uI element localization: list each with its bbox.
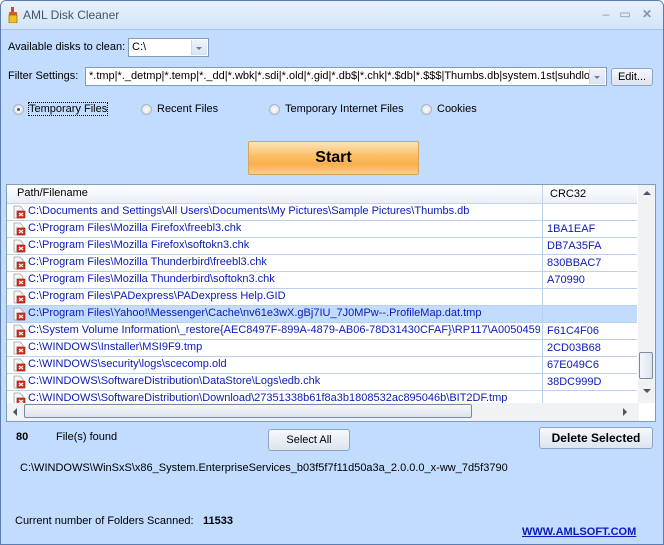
scroll-down-arrow-icon[interactable] <box>638 383 655 399</box>
broom-app-icon <box>8 7 18 23</box>
table-row[interactable]: C:\Program Files\Mozilla Thunderbird\sof… <box>7 272 637 289</box>
horizontal-scroll-thumb[interactable] <box>24 404 472 418</box>
disk-select-value: C:\ <box>132 41 147 53</box>
file-crc32: A70990 <box>542 272 637 288</box>
file-delete-icon <box>13 307 26 321</box>
file-crc32 <box>542 204 637 220</box>
radio-temporary-files[interactable]: Temporary Files <box>13 102 109 118</box>
scroll-right-arrow-icon[interactable] <box>617 403 633 421</box>
file-path: C:\Documents and Settings\All Users\Docu… <box>28 205 470 217</box>
select-all-button[interactable]: Select All <box>268 429 350 451</box>
radio-label: Recent Files <box>157 103 219 115</box>
file-crc32: 2CD03B68 <box>542 340 637 356</box>
file-crc32: DB7A35FA <box>542 238 637 254</box>
table-row[interactable]: C:\Program Files\PADexpress\PADexpress H… <box>7 289 637 306</box>
website-link[interactable]: WWW.AMLSOFT.COM <box>522 526 636 538</box>
edit-filter-button[interactable]: Edit... <box>611 68 653 86</box>
radio-indicator <box>269 104 280 115</box>
chevron-down-icon[interactable] <box>589 69 605 84</box>
files-found-count: 80 <box>16 431 29 443</box>
chevron-down-icon[interactable] <box>191 40 207 55</box>
file-crc32: 830BBAC7 <box>542 255 637 271</box>
file-path: C:\System Volume Information\_restore{AE… <box>28 324 540 336</box>
minimize-button[interactable]: – <box>598 7 614 21</box>
table-row[interactable]: C:\System Volume Information\_restore{AE… <box>7 323 637 340</box>
disks-label: Available disks to clean: <box>8 41 126 53</box>
radio-indicator <box>421 104 432 115</box>
table-row[interactable]: C:\Program Files\Mozilla Thunderbird\fre… <box>7 255 637 272</box>
file-path: C:\Program Files\Yahoo!\Messenger\Cache\… <box>28 307 482 319</box>
filter-label: Filter Settings: <box>8 70 79 82</box>
file-path: C:\Program Files\PADexpress\PADexpress H… <box>28 290 286 302</box>
file-crc32: 38DC999D <box>542 374 637 390</box>
file-crc32: 1BA1EAF <box>542 221 637 237</box>
table-row[interactable]: C:\WINDOWS\Installer\MSI9F9.tmp 2CD03B68 <box>7 340 637 357</box>
radio-temporary-internet-files[interactable]: Temporary Internet Files <box>269 102 404 118</box>
scroll-up-arrow-icon[interactable] <box>638 185 655 201</box>
file-delete-icon <box>13 358 26 372</box>
title-bar[interactable]: AML Disk Cleaner – ▭ ✕ <box>1 1 663 30</box>
file-delete-icon <box>13 273 26 287</box>
window-title: AML Disk Cleaner <box>23 8 120 22</box>
list-header: Path/Filename CRC32 <box>7 185 637 204</box>
file-crc32 <box>542 289 637 305</box>
radio-indicator <box>141 104 152 115</box>
file-path: C:\Program Files\Mozilla Thunderbird\sof… <box>28 273 275 285</box>
delete-selected-button[interactable]: Delete Selected <box>539 427 653 449</box>
radio-label: Temporary Internet Files <box>285 103 404 115</box>
radio-recent-files[interactable]: Recent Files <box>141 102 221 118</box>
radio-cookies[interactable]: Cookies <box>421 102 481 118</box>
list-rows: C:\Documents and Settings\All Users\Docu… <box>7 204 637 408</box>
file-delete-icon <box>13 239 26 253</box>
file-crc32: 67E049C6 <box>542 357 637 373</box>
horizontal-scrollbar[interactable] <box>7 403 639 421</box>
table-row[interactable]: C:\WINDOWS\security\logs\scecomp.old 67E0… <box>7 357 637 374</box>
file-delete-icon <box>13 256 26 270</box>
folders-scanned-label: Current number of Folders Scanned: <box>15 515 194 527</box>
file-path: C:\Program Files\Mozilla Thunderbird\fre… <box>28 256 267 268</box>
table-row[interactable]: C:\WINDOWS\SoftwareDistribution\DataStor… <box>7 374 637 391</box>
vertical-scrollbar[interactable] <box>638 185 655 403</box>
file-path: C:\WINDOWS\Installer\MSI9F9.tmp <box>28 341 203 353</box>
vertical-scroll-thumb[interactable] <box>639 352 653 379</box>
scroll-left-arrow-icon[interactable] <box>7 403 23 421</box>
close-button[interactable]: ✕ <box>639 7 655 21</box>
file-delete-icon <box>13 375 26 389</box>
column-header-crc32[interactable]: CRC32 <box>542 185 586 203</box>
table-row[interactable]: C:\Documents and Settings\All Users\Docu… <box>7 204 637 221</box>
file-delete-icon <box>13 222 26 236</box>
files-found-label: File(s) found <box>56 431 118 443</box>
table-row[interactable]: C:\Program Files\Mozilla Firefox\freebl3… <box>7 221 637 238</box>
start-button[interactable]: Start <box>248 141 419 175</box>
file-crc32: F61C4F06 <box>542 323 637 339</box>
table-row[interactable]: C:\Program Files\Mozilla Firefox\softokn… <box>7 238 637 255</box>
file-path: C:\Program Files\Mozilla Firefox\freebl3… <box>28 222 242 234</box>
radio-indicator <box>13 104 24 115</box>
file-delete-icon <box>13 324 26 338</box>
filter-value: *.tmp|*._detmp|*.temp|*._dd|*.wbk|*.sdi|… <box>89 70 589 82</box>
file-delete-icon <box>13 341 26 355</box>
file-path: C:\Program Files\Mozilla Firefox\softokn… <box>28 239 250 251</box>
file-path: C:\WINDOWS\SoftwareDistribution\DataStor… <box>28 375 321 387</box>
current-scan-path: C:\WINDOWS\WinSxS\x86_System.EnterpriseS… <box>20 462 508 474</box>
file-crc32 <box>542 306 637 322</box>
main-panel: Available disks to clean: C:\ Filter Set… <box>3 30 661 542</box>
maximize-button[interactable]: ▭ <box>617 7 633 21</box>
file-delete-icon <box>13 205 26 219</box>
file-path: C:\WINDOWS\security\logs\scecomp.old <box>28 358 227 370</box>
folders-scanned-count: 11533 <box>203 515 233 527</box>
file-list[interactable]: Path/Filename CRC32 C:\Documents and Set… <box>6 184 656 422</box>
filter-select[interactable]: *.tmp|*._detmp|*.temp|*._dd|*.wbk|*.sdi|… <box>85 67 607 86</box>
disk-select[interactable]: C:\ <box>128 38 209 57</box>
app-window: AML Disk Cleaner – ▭ ✕ Available disks t… <box>0 0 664 545</box>
radio-label: Temporary Files <box>27 102 109 116</box>
column-header-path[interactable]: Path/Filename <box>17 187 88 199</box>
table-row[interactable]: C:\Program Files\Yahoo!\Messenger\Cache\… <box>7 306 637 323</box>
file-delete-icon <box>13 290 26 304</box>
radio-label: Cookies <box>437 103 477 115</box>
